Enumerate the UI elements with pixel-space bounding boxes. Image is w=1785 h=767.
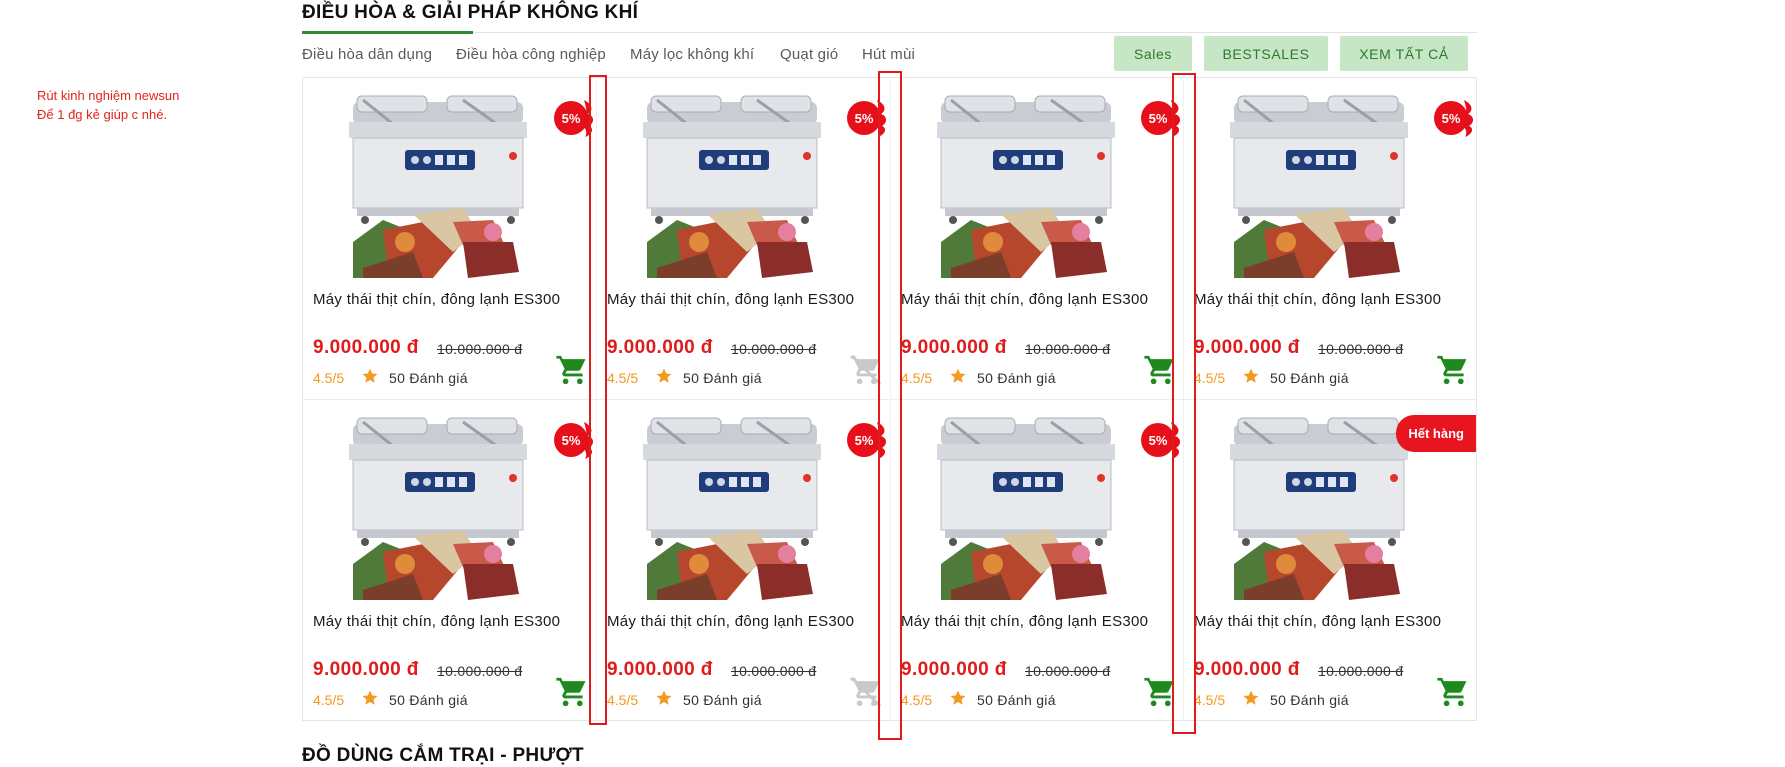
product-card[interactable]: 5% Máy thái thịt chín, đông lạnh ES300 9… [596,78,889,400]
product-price: 9.000.000 đ [901,659,1007,680]
product-name[interactable]: Máy thái thịt chín, đông lạnh ES300 [1194,291,1441,308]
product-image[interactable] [637,92,827,278]
tab-dieu-hoa-cong-nghiep[interactable]: Điều hòa công nghiệp [456,46,606,63]
product-image[interactable] [637,414,827,600]
product-image[interactable] [1224,92,1414,278]
product-card[interactable]: 5% Máy thái thịt chín, đông lạnh ES300 9… [303,78,596,400]
product-name[interactable]: Máy thái thịt chín, đông lạnh ES300 [1194,613,1441,630]
star-icon [361,367,379,385]
product-card[interactable]: 5% Máy thái thịt chín, đông lạnh ES300 9… [303,400,596,722]
cart-icon[interactable] [1436,675,1470,709]
section-header: ĐIỀU HÒA & GIẢI PHÁP KHÔNG KHÍ [302,2,1477,34]
star-icon [949,367,967,385]
product-price: 9.000.000 đ [1194,659,1300,680]
annotation-note: Rút kinh nghiệm newsun Để 1 đg kẻ giúp c… [37,86,179,124]
product-old-price: 10.000.000 đ [1318,663,1404,679]
product-review-count: 50 Đánh giá [683,370,762,386]
next-section-header: ĐỒ DÙNG CẮM TRẠI - PHƯỢT [302,745,1477,767]
product-name[interactable]: Máy thái thịt chín, đông lạnh ES300 [901,291,1148,308]
product-price: 9.000.000 đ [313,659,419,680]
product-review-count: 50 Đánh giá [977,370,1056,386]
bestsales-button[interactable]: BESTSALES [1204,36,1328,71]
product-name[interactable]: Máy thái thịt chín, đông lạnh ES300 [313,291,560,308]
cart-icon[interactable] [555,353,589,387]
product-image[interactable] [931,92,1121,278]
discount-badge: 5% [554,98,594,137]
product-name[interactable]: Máy thái thịt chín, đông lạnh ES300 [313,613,560,630]
product-rating: 4.5/5 [901,692,933,708]
tab-quat-gio[interactable]: Quạt gió [780,46,838,63]
annotation-line-1: Rút kinh nghiệm newsun [37,88,180,103]
product-price: 9.000.000 đ [313,337,419,358]
product-price: 9.000.000 đ [1194,337,1300,358]
product-review-count: 50 Đánh giá [1270,370,1349,386]
tab-may-loc-khong-khi[interactable]: Máy lọc không khí [630,46,754,63]
product-image[interactable] [343,92,533,278]
product-old-price: 10.000.000 đ [731,341,817,357]
product-rating: 4.5/5 [607,692,639,708]
product-old-price: 10.000.000 đ [731,663,817,679]
discount-badge: 5% [554,420,594,459]
star-icon [949,689,967,707]
sales-button[interactable]: Sales [1114,36,1192,71]
product-review-count: 50 Đánh giá [389,370,468,386]
cart-icon[interactable] [1436,353,1470,387]
tab-dieu-hoa-dan-dung[interactable]: Điều hòa dân dụng [302,46,432,63]
product-price: 9.000.000 đ [607,659,713,680]
tab-hut-mui[interactable]: Hút mùi [862,46,915,63]
discount-badge: 5% [1434,98,1474,137]
product-image[interactable] [931,414,1121,600]
star-icon [1242,367,1260,385]
next-section-title: ĐỒ DÙNG CẮM TRẠI - PHƯỢT [302,745,584,766]
star-icon [361,689,379,707]
out-of-stock-badge: Hết hàng [1396,415,1476,452]
product-card[interactable]: Hết hàng Máy thái thịt chín, đông lạnh E… [1183,400,1476,722]
annotation-line-2: Để 1 đg kẻ giúp c nhé. [37,107,168,122]
cart-icon[interactable] [555,675,589,709]
product-rating: 4.5/5 [313,370,345,386]
view-all-button[interactable]: XEM TẤT CẢ [1340,36,1468,71]
product-name[interactable]: Máy thái thịt chín, đông lạnh ES300 [607,291,854,308]
product-price: 9.000.000 đ [901,337,1007,358]
product-card[interactable]: 5% Máy thái thịt chín, đông lạnh ES300 9… [890,78,1183,400]
annotation-highlight-box [1172,73,1196,734]
product-review-count: 50 Đánh giá [683,692,762,708]
annotation-highlight-box [589,75,607,725]
product-review-count: 50 Đánh giá [977,692,1056,708]
product-name[interactable]: Máy thái thịt chín, đông lạnh ES300 [901,613,1148,630]
product-old-price: 10.000.000 đ [437,341,523,357]
product-rating: 4.5/5 [607,370,639,386]
product-rating: 4.5/5 [1194,692,1226,708]
product-name[interactable]: Máy thái thịt chín, đông lạnh ES300 [607,613,854,630]
product-image[interactable] [1224,414,1414,600]
star-icon [1242,689,1260,707]
product-review-count: 50 Đánh giá [1270,692,1349,708]
product-rating: 4.5/5 [1194,370,1226,386]
annotation-highlight-box [878,71,902,740]
product-price: 9.000.000 đ [607,337,713,358]
product-old-price: 10.000.000 đ [1318,341,1404,357]
product-old-price: 10.000.000 đ [437,663,523,679]
product-image[interactable] [343,414,533,600]
section-title: ĐIỀU HÒA & GIẢI PHÁP KHÔNG KHÍ [302,2,639,23]
star-icon [655,689,673,707]
product-card[interactable]: 5% Máy thái thịt chín, đông lạnh ES300 9… [1183,78,1476,400]
product-old-price: 10.000.000 đ [1025,663,1111,679]
product-rating: 4.5/5 [313,692,345,708]
category-tabs: Điều hòa dân dụng Điều hòa công nghiệp M… [302,36,1477,72]
product-card[interactable]: 5% Máy thái thịt chín, đông lạnh ES300 9… [890,400,1183,722]
product-review-count: 50 Đánh giá [389,692,468,708]
product-rating: 4.5/5 [901,370,933,386]
product-old-price: 10.000.000 đ [1025,341,1111,357]
section-title-underline [302,31,473,34]
star-icon [655,367,673,385]
product-card[interactable]: 5% Máy thái thịt chín, đông lạnh ES300 9… [596,400,889,722]
